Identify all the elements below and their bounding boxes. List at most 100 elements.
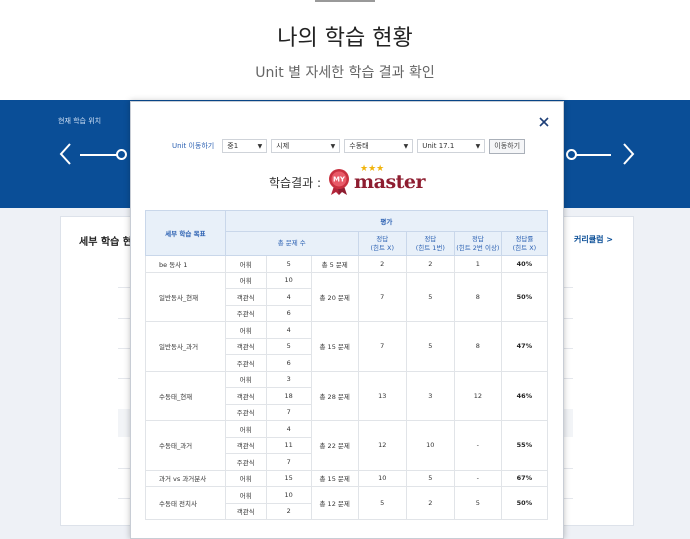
- type-cell: 주관식: [224, 354, 267, 372]
- grade-select[interactable]: 중1 ▼: [222, 139, 268, 153]
- progress-dot-right: [566, 149, 577, 160]
- progress-line-right: [575, 154, 611, 156]
- count-cell: 11: [265, 436, 312, 454]
- result-table-body: be 동사 1 어휘 5 총 5 문제 2 2 1 40% 일반동사_현재 어휘 10 총 20 문제…: [145, 255, 549, 520]
- count-cell: 6: [265, 304, 312, 322]
- header-correct-hint-2: 정답 (힌트 2번 이상): [453, 231, 502, 256]
- progress-line-left: [80, 154, 118, 156]
- result-label: 학습결과 :: [269, 175, 322, 190]
- chapter-select-value: 시제: [276, 142, 290, 150]
- correct-hint-2-cell: -: [453, 469, 502, 487]
- header-accuracy: 정답률 (힌트 X): [500, 231, 549, 256]
- correct-hint-1-cell: 2: [405, 486, 455, 520]
- header-correct-hint-1: 정답 (힌트 1번): [405, 231, 455, 256]
- table-row: 수동태_현재 어휘 3 총 28 문제 13 3 12 46%: [145, 370, 549, 421]
- goal-cell: 수동태_현재: [145, 370, 226, 421]
- chapter-select[interactable]: 시제 ▼: [271, 139, 341, 153]
- goal-cell: 일반동사_과거: [145, 321, 226, 372]
- table-row: 과거 vs 과거분사 어휘 15 총 15 문제 10 5-67%: [145, 469, 549, 487]
- table-row: be 동사 1 어휘 5 총 5 문제 2 2 1 40%: [145, 255, 549, 273]
- count-cell: 10: [265, 486, 312, 504]
- correct-no-hint-cell: 13: [357, 370, 407, 421]
- type-cell: 어휘: [224, 370, 267, 388]
- type-cell: 주관식: [224, 304, 267, 322]
- accuracy-cell: 50%: [500, 486, 549, 520]
- header-total: 총 문제 수: [224, 231, 359, 256]
- accuracy-cell: 50%: [500, 271, 549, 322]
- total-cell: 총 20 문제: [310, 271, 359, 322]
- table-row: 일반동사_과거 어휘 4 총 15 문제 7 5 8 47%: [145, 321, 549, 372]
- grade-select-value: 중1: [227, 142, 239, 150]
- unit-nav-label: Unit 이동하기: [172, 142, 215, 150]
- accuracy-cell: 67%: [500, 469, 549, 487]
- correct-hint-2-cell: 8: [453, 321, 502, 372]
- correct-hint-1-cell: 5: [405, 271, 455, 322]
- accuracy-cell: 55%: [500, 420, 549, 471]
- badge-text: MY: [333, 176, 346, 184]
- table-row: 수동태_과거 어휘 4 총 22 문제 12 10-55%: [145, 420, 549, 471]
- chevron-right-icon[interactable]: [620, 142, 636, 166]
- type-cell: 어휘: [224, 255, 267, 273]
- level-text: master: [354, 171, 426, 193]
- type-cell: 어휘: [224, 321, 267, 339]
- topic-select[interactable]: 수동태 ▼: [344, 139, 414, 153]
- table-row: 수동태 전치사 어휘 10 총 12 문제 5 2 5 50%: [145, 486, 549, 520]
- chevron-down-icon: ▼: [403, 142, 409, 150]
- correct-hint-2-cell: 12: [453, 370, 502, 421]
- correct-hint-1-cell: 10: [405, 420, 455, 471]
- count-cell: 2: [265, 502, 312, 520]
- type-cell: 객관식: [224, 387, 267, 405]
- goal-cell: 일반동사_현재: [145, 271, 226, 322]
- count-cell: 4: [265, 321, 312, 339]
- goal-cell: be 동사 1: [145, 255, 226, 273]
- chevron-down-icon: ▼: [257, 142, 263, 150]
- page-title: 나의 학습 현황: [277, 26, 413, 51]
- total-cell: 총 15 문제: [310, 321, 359, 372]
- correct-hint-1-cell: 5: [405, 469, 455, 487]
- unit-select[interactable]: Unit 17.1 ▼: [417, 139, 486, 153]
- header-eval: 평가: [224, 210, 549, 232]
- total-cell: 총 5 문제: [310, 255, 359, 273]
- count-cell: 10: [265, 271, 312, 289]
- count-cell: 6: [265, 354, 312, 372]
- correct-hint-2-cell: 5: [453, 486, 502, 520]
- page-subtitle: Unit 별 자세한 학습 결과 확인: [255, 65, 435, 81]
- correct-no-hint-cell: 12: [357, 420, 407, 471]
- top-divider: [315, 0, 375, 2]
- type-cell: 어휘: [224, 271, 267, 289]
- total-cell: 총 28 문제: [310, 370, 359, 421]
- close-icon[interactable]: [537, 115, 551, 129]
- count-cell: 7: [265, 453, 312, 471]
- correct-hint-1-cell: 2: [405, 255, 455, 273]
- count-cell: 4: [265, 420, 312, 438]
- move-button[interactable]: 이동하기: [489, 138, 526, 154]
- header-correct-no-hint: 정답 (힌트 X): [357, 231, 407, 256]
- correct-no-hint-cell: 10: [357, 469, 407, 487]
- correct-hint-2-cell: -: [453, 420, 502, 471]
- type-cell: 주관식: [224, 453, 267, 471]
- chevron-down-icon: ▼: [330, 142, 336, 150]
- count-cell: 5: [265, 255, 312, 273]
- correct-hint-1-cell: 5: [405, 321, 455, 372]
- type-cell: 어휘: [224, 469, 267, 487]
- stars-icon: ★★★: [360, 164, 385, 174]
- medal-icon: MY: [329, 169, 350, 195]
- result-modal: Unit 이동하기 중1 ▼ 시제 ▼ 수동태 ▼ Unit 17.1 ▼ 이동하기 학…: [130, 101, 564, 539]
- chevron-left-icon[interactable]: [58, 142, 74, 166]
- learning-result: 학습결과 : MY master: [269, 165, 426, 199]
- correct-no-hint-cell: 7: [357, 321, 407, 372]
- total-cell: 총 22 문제: [310, 420, 359, 471]
- curriculum-link[interactable]: 커리큘럼 >: [574, 234, 613, 245]
- page: 나의 학습 현황 Unit 별 자세한 학습 결과 확인 현재 학습 위치 세부…: [0, 0, 690, 539]
- correct-no-hint-cell: 2: [357, 255, 407, 273]
- table-row: 일반동사_현재 어휘 10 총 20 문제 7 5 8 50%: [145, 271, 549, 322]
- type-cell: 객관식: [224, 502, 267, 520]
- unit-navigation: Unit 이동하기 중1 ▼ 시제 ▼ 수동태 ▼ Unit 17.1 ▼ 이동하기: [172, 138, 526, 154]
- type-cell: 주관식: [224, 403, 267, 421]
- type-cell: 객관식: [224, 337, 267, 355]
- total-cell: 총 12 문제: [310, 486, 359, 520]
- correct-hint-1-cell: 3: [405, 370, 455, 421]
- count-cell: 3: [265, 370, 312, 388]
- count-cell: 15: [265, 469, 312, 487]
- type-cell: 어휘: [224, 420, 267, 438]
